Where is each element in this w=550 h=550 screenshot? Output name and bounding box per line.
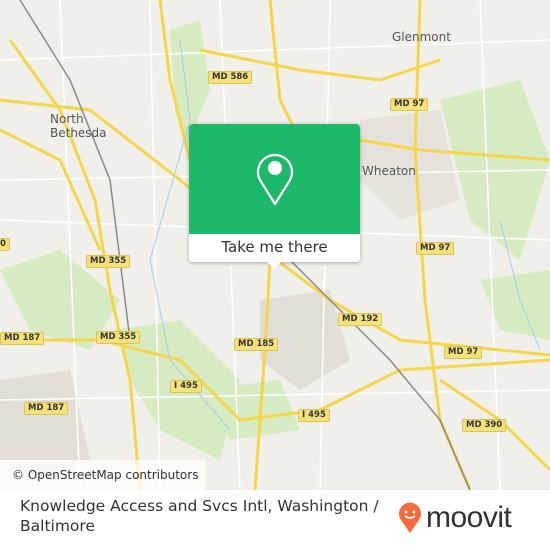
place-label-wheaton: Wheaton bbox=[362, 164, 416, 178]
place-label-north-bethesda: North Bethesda bbox=[50, 112, 107, 140]
popup-header bbox=[189, 124, 360, 234]
popup-pointer bbox=[267, 262, 281, 269]
road-label: MD 355 bbox=[86, 255, 131, 268]
road-label: 0 bbox=[0, 238, 10, 251]
footer: Knowledge Access and Svcs Intl, Washingt… bbox=[0, 490, 550, 550]
road-label: MD 586 bbox=[208, 71, 253, 84]
map-pin-icon bbox=[256, 153, 294, 206]
moovit-logo-text: moovit bbox=[426, 501, 512, 534]
place-label-glenmont: Glenmont bbox=[392, 30, 451, 44]
road-label: MD 355 bbox=[96, 331, 141, 344]
road-label: MD 97 bbox=[416, 242, 455, 255]
road-label: MD 390 bbox=[462, 419, 507, 432]
road-label: I 495 bbox=[298, 409, 330, 422]
location-popup: Take me there bbox=[189, 124, 360, 269]
road-label: MD 97 bbox=[390, 98, 429, 111]
road-label: MD 192 bbox=[338, 313, 383, 326]
road-label: MD 187 bbox=[24, 402, 69, 415]
road-label: I 495 bbox=[170, 380, 202, 393]
moovit-logo[interactable]: moovit bbox=[398, 500, 512, 536]
road-label: MD 185 bbox=[234, 338, 279, 351]
map[interactable]: Glenmont North Bethesda Wheaton MD 586 M… bbox=[0, 0, 550, 490]
location-title: Knowledge Access and Svcs Intl, Washingt… bbox=[20, 497, 379, 535]
road-label: MD 97 bbox=[444, 346, 483, 359]
moovit-pin-icon bbox=[399, 502, 421, 533]
map-attribution[interactable]: © OpenStreetMap contributors bbox=[0, 460, 205, 490]
take-me-there-button[interactable]: Take me there bbox=[189, 234, 360, 262]
road-label: MD 187 bbox=[0, 332, 45, 345]
